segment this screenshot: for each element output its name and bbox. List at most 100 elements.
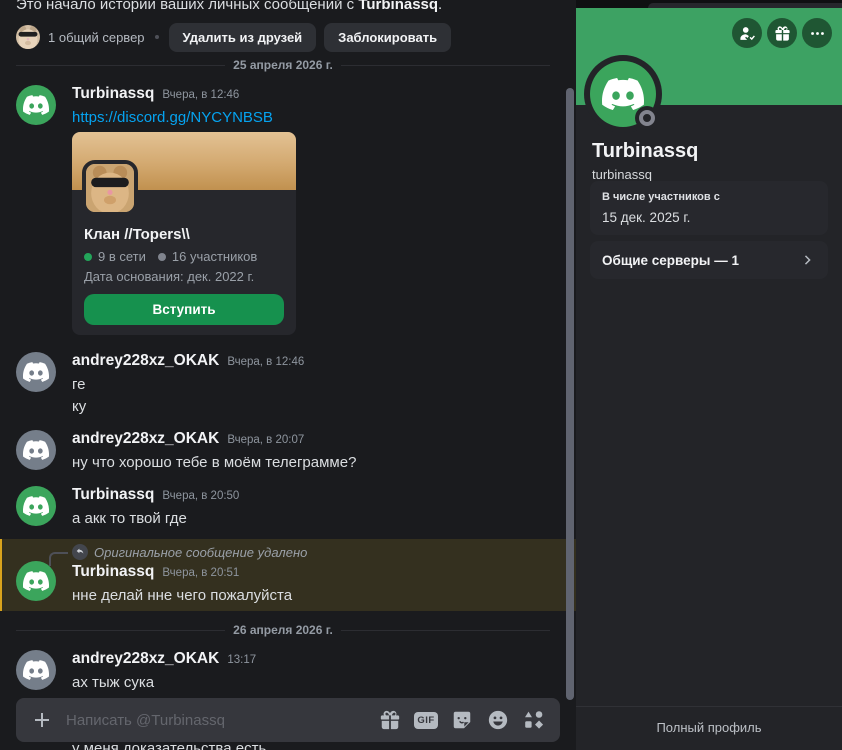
message-text: а акк то твой где: [72, 510, 550, 527]
user-profile-panel: Turbinassq turbinassq В числе участников…: [576, 0, 842, 750]
message-timestamp: Вчера, в 20:07: [227, 431, 304, 449]
user-avatar[interactable]: [16, 486, 56, 526]
member-count: 16 участников: [172, 249, 257, 264]
message-input[interactable]: Написать @Turbinassq: [66, 712, 366, 729]
join-server-button[interactable]: Вступить: [84, 294, 284, 325]
block-button[interactable]: Заблокировать: [324, 23, 451, 52]
message-author[interactable]: Turbinassq: [72, 563, 154, 581]
user-avatar[interactable]: [16, 561, 56, 601]
more-icon[interactable]: [802, 18, 832, 48]
message-group: Turbinassq Вчера, в 12:46 https://discor…: [16, 83, 550, 337]
discord-logo-icon: [23, 568, 49, 594]
message-author[interactable]: Turbinassq: [72, 486, 154, 504]
message-timestamp: Вчера, в 12:46: [162, 86, 239, 104]
date-divider-label: 26 апреля 2026 г.: [225, 623, 341, 637]
attach-plus-icon[interactable]: [30, 708, 54, 732]
dm-intro-prefix: Это начало истории ваших личных сообщени…: [16, 0, 358, 13]
message-author[interactable]: Turbinassq: [72, 85, 154, 103]
member-since-card: В числе участников с 15 дек. 2025 г.: [590, 181, 828, 235]
reply-spine: [49, 552, 68, 566]
user-avatar[interactable]: [16, 430, 56, 470]
mutual-servers-label: Общие серверы — 1: [602, 253, 739, 268]
invite-link[interactable]: https://discord.gg/NYCYNBSB: [72, 109, 273, 126]
member-since-value: 15 дек. 2025 г.: [602, 210, 816, 225]
invite-server-stats: 9 в сети 16 участников: [84, 249, 284, 264]
message-timestamp: Вчера, в 20:51: [162, 564, 239, 582]
sticker-icon[interactable]: [450, 708, 474, 732]
message-timestamp: 13:17: [227, 651, 256, 669]
profile-action-buttons: [732, 18, 832, 48]
server-invite-card: Клан //Topers\\ 9 в сети 16 участников Д…: [72, 132, 296, 335]
friend-added-button[interactable]: [732, 18, 762, 48]
friend-actions-row: 1 общий сервер Удалить из друзей Заблоки…: [16, 22, 550, 52]
message-text: ах тыж сука: [72, 674, 550, 691]
member-since-label: В числе участников с: [602, 191, 816, 203]
deleted-original-note: Оригинальное сообщение удалено: [94, 545, 307, 560]
message-text: https://discord.gg/NYCYNBSB: [72, 109, 550, 126]
divider-line: [341, 65, 550, 66]
profile-identity: Turbinassq turbinassq: [592, 140, 826, 182]
discord-logo-icon: [23, 359, 49, 385]
profile-avatar[interactable]: [584, 55, 662, 133]
online-count: 9 в сети: [98, 249, 146, 264]
dot-separator: [155, 35, 159, 39]
window-top-strip: [576, 0, 842, 8]
apps-icon[interactable]: [522, 708, 546, 732]
chat-scrollbar[interactable]: [566, 88, 574, 700]
reply-icon: [72, 544, 88, 560]
user-avatar[interactable]: [16, 650, 56, 690]
user-avatar[interactable]: [16, 85, 56, 125]
message-text: ку: [72, 398, 550, 415]
discord-logo-icon: [23, 92, 49, 118]
message-header: Turbinassq Вчера, в 12:46: [72, 85, 550, 104]
invite-founded-date: Дата основания: дек. 2022 г.: [84, 269, 284, 284]
user-avatar[interactable]: [16, 352, 56, 392]
message-author[interactable]: andrey228xz_OKAK: [72, 650, 219, 668]
dm-chat-area: Это начало истории ваших личных сообщени…: [0, 0, 576, 750]
discord-logo-icon: [23, 657, 49, 683]
message-timestamp: Вчера, в 12:46: [227, 353, 304, 371]
highlighted-message-group: Оригинальное сообщение удалено Turbinass…: [0, 539, 576, 611]
online-dot-icon: [84, 253, 92, 261]
divider-line: [16, 630, 225, 631]
message-author[interactable]: andrey228xz_OKAK: [72, 430, 219, 448]
dm-intro-username: Turbinassq: [358, 0, 438, 13]
invite-server-name: Клан //Topers\\: [84, 226, 284, 243]
emoji-icon[interactable]: [486, 708, 510, 732]
gift-icon[interactable]: [378, 708, 402, 732]
dm-intro-suffix: .: [438, 0, 442, 13]
remove-friend-button[interactable]: Удалить из друзей: [169, 23, 317, 52]
message-author[interactable]: andrey228xz_OKAK: [72, 352, 219, 370]
mutual-server-icon: [16, 25, 40, 49]
members-dot-icon: [158, 253, 166, 261]
message-timestamp: Вчера, в 20:50: [162, 487, 239, 505]
divider-line: [341, 630, 550, 631]
offline-status-icon: [635, 106, 659, 130]
date-divider: 26 апреля 2026 г.: [16, 623, 550, 637]
message-group: andrey228xz_OKAK Вчера, в 20:07 ну что хо…: [16, 428, 550, 473]
message-text: нне делай нне чего пожалуйста: [72, 587, 550, 604]
mutual-servers-card[interactable]: Общие серверы — 1: [590, 241, 828, 279]
profile-display-name: Turbinassq: [592, 140, 826, 163]
date-divider: 25 апреля 2026 г.: [16, 58, 550, 72]
divider-line: [16, 65, 225, 66]
reply-reference[interactable]: Оригинальное сообщение удалено: [72, 544, 550, 560]
chevron-right-icon: [800, 252, 816, 268]
hamster-avatar-icon: [86, 164, 134, 212]
date-divider-label: 25 апреля 2026 г.: [225, 58, 341, 72]
window-top-tab: [648, 3, 842, 8]
message-text: ге: [72, 376, 550, 393]
gif-icon[interactable]: GIF: [414, 708, 438, 732]
person-check-icon: [739, 25, 756, 42]
full-profile-button[interactable]: Полный профиль: [576, 706, 842, 750]
discord-logo-icon: [23, 493, 49, 519]
gift-icon[interactable]: [767, 18, 797, 48]
mutual-server-count: 1 общий сервер: [48, 30, 145, 45]
dm-intro-text: Это начало истории ваших личных сообщени…: [16, 0, 550, 14]
message-group: andrey228xz_OKAK Вчера, в 12:46 ге ку: [16, 350, 550, 417]
message-group: Turbinassq Вчера, в 20:50 а акк то твой г…: [16, 484, 550, 529]
server-icon: [82, 160, 138, 216]
discord-logo-icon: [23, 437, 49, 463]
message-text: ну что хорошо тебе в моём телеграмме?: [72, 454, 550, 471]
profile-username: turbinassq: [592, 167, 826, 182]
